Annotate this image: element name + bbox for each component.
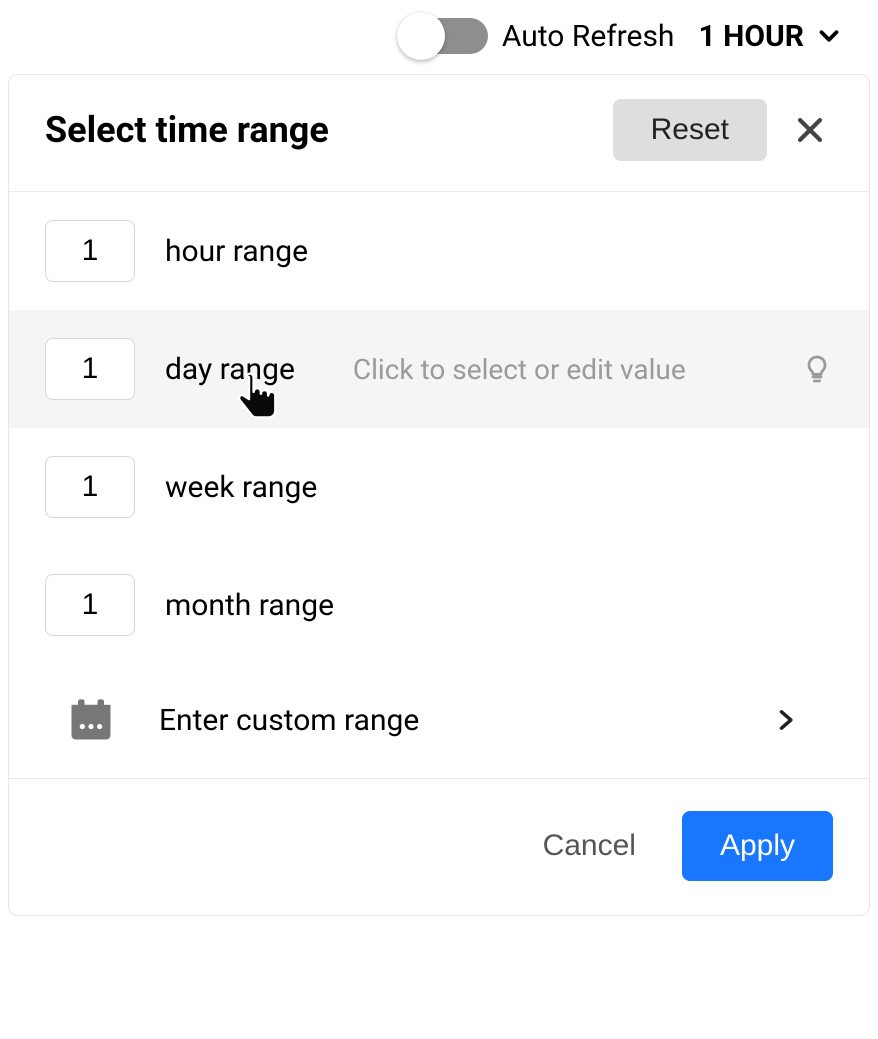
range-row-hour[interactable]: hour range	[9, 192, 869, 310]
auto-refresh-toggle[interactable]	[400, 18, 488, 54]
day-range-label: day range	[165, 352, 295, 387]
hover-hint-text: Click to select or edit value	[353, 353, 771, 386]
reset-button[interactable]: Reset	[613, 99, 767, 161]
time-range-panel: Select time range Reset hour range day r…	[8, 74, 870, 916]
panel-title: Select time range	[45, 109, 593, 151]
hour-range-label: hour range	[165, 234, 308, 269]
time-range-selected: 1 HOUR	[698, 19, 804, 54]
panel-header: Select time range Reset	[9, 75, 869, 192]
lightbulb-icon	[801, 353, 833, 385]
month-range-label: month range	[165, 588, 334, 623]
range-row-month[interactable]: month range	[9, 546, 869, 664]
custom-range-row[interactable]: Enter custom range	[9, 664, 869, 778]
day-value-input[interactable]	[45, 338, 135, 400]
month-value-input[interactable]	[45, 574, 135, 636]
cancel-button[interactable]: Cancel	[525, 813, 654, 879]
hour-value-input[interactable]	[45, 220, 135, 282]
range-row-week[interactable]: week range	[9, 428, 869, 546]
top-toolbar: Auto Refresh 1 HOUR	[0, 0, 878, 62]
week-range-label: week range	[165, 470, 317, 505]
time-range-dropdown[interactable]: 1 HOUR	[698, 19, 854, 54]
auto-refresh-control: Auto Refresh	[400, 18, 675, 54]
auto-refresh-label: Auto Refresh	[502, 19, 675, 54]
custom-range-label: Enter custom range	[159, 703, 729, 738]
panel-footer: Cancel Apply	[9, 779, 869, 915]
close-icon	[793, 113, 827, 147]
chevron-down-icon	[814, 21, 844, 51]
range-row-day[interactable]: day range Click to select or edit value	[9, 310, 869, 428]
chevron-right-icon	[771, 706, 799, 734]
apply-button[interactable]: Apply	[682, 811, 833, 881]
calendar-icon	[65, 694, 117, 746]
week-value-input[interactable]	[45, 456, 135, 518]
toggle-knob	[397, 12, 445, 60]
close-button[interactable]	[787, 107, 833, 153]
